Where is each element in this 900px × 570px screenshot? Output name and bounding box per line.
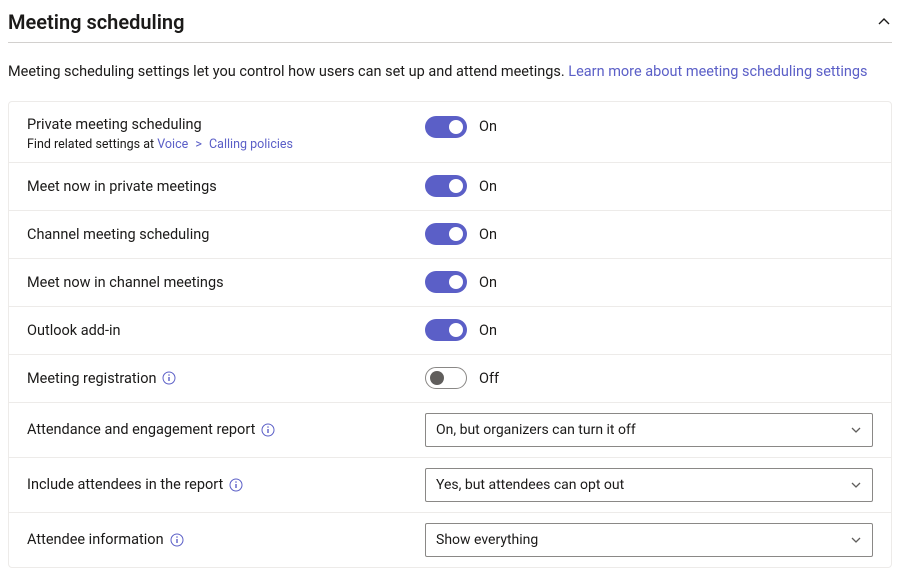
chevron-down-icon — [850, 424, 862, 436]
setting-label: Private meeting scheduling — [27, 116, 425, 133]
setting-meet-now-private: Meet now in private meetings On — [9, 163, 891, 211]
description-text: Meeting scheduling settings let you cont… — [8, 63, 568, 80]
select-attendance-report[interactable]: On, but organizers can turn it off — [425, 413, 873, 447]
toggle-meet-now-channel[interactable] — [425, 271, 467, 293]
setting-attendee-information: Attendee information Show everything — [9, 513, 891, 567]
setting-label: Attendee information — [27, 531, 164, 548]
setting-label: Attendance and engagement report — [27, 421, 255, 438]
setting-label: Channel meeting scheduling — [27, 226, 209, 243]
setting-label: Meet now in private meetings — [27, 178, 217, 195]
toggle-meeting-registration[interactable] — [425, 367, 467, 389]
setting-channel-meeting-scheduling: Channel meeting scheduling On — [9, 211, 891, 259]
toggle-meet-now-private[interactable] — [425, 175, 467, 197]
setting-label: Include attendees in the report — [27, 476, 223, 493]
toggle-state-label: On — [479, 178, 497, 195]
setting-meet-now-channel: Meet now in channel meetings On — [9, 259, 891, 307]
info-icon[interactable] — [261, 423, 275, 437]
select-value: Yes, but attendees can opt out — [436, 477, 624, 493]
info-icon[interactable] — [170, 533, 184, 547]
chevron-down-icon — [850, 479, 862, 491]
setting-outlook-addin: Outlook add-in On — [9, 307, 891, 355]
toggle-private-meeting-scheduling[interactable] — [425, 116, 467, 138]
settings-card: Private meeting scheduling Find related … — [8, 101, 892, 568]
related-settings-text: Find related settings at Voice > Calling… — [27, 137, 425, 152]
toggle-outlook-addin[interactable] — [425, 319, 467, 341]
toggle-channel-meeting-scheduling[interactable] — [425, 223, 467, 245]
setting-label: Meet now in channel meetings — [27, 274, 224, 291]
toggle-state-label: On — [479, 118, 497, 135]
setting-attendance-report: Attendance and engagement report On, but… — [9, 403, 891, 458]
setting-private-meeting-scheduling: Private meeting scheduling Find related … — [9, 102, 891, 163]
select-attendee-information[interactable]: Show everything — [425, 523, 873, 557]
select-value: Show everything — [436, 532, 538, 548]
toggle-state-label: On — [479, 322, 497, 339]
info-icon[interactable] — [162, 371, 176, 385]
setting-label: Outlook add-in — [27, 322, 121, 339]
setting-include-attendees: Include attendees in the report Yes, but… — [9, 458, 891, 513]
related-voice-link[interactable]: Voice — [157, 137, 188, 152]
info-icon[interactable] — [229, 478, 243, 492]
chevron-down-icon — [850, 534, 862, 546]
toggle-state-label: On — [479, 274, 497, 291]
setting-meeting-registration: Meeting registration Off — [9, 355, 891, 403]
learn-more-link[interactable]: Learn more about meeting scheduling sett… — [568, 63, 867, 80]
related-calling-policies-link[interactable]: Calling policies — [209, 137, 293, 152]
chevron-up-icon — [876, 14, 892, 30]
toggle-state-label: Off — [479, 370, 499, 387]
setting-label: Meeting registration — [27, 370, 156, 387]
toggle-state-label: On — [479, 226, 497, 243]
select-value: On, but organizers can turn it off — [436, 422, 636, 438]
section-title: Meeting scheduling — [8, 10, 184, 34]
section-header[interactable]: Meeting scheduling — [8, 6, 892, 42]
select-include-attendees[interactable]: Yes, but attendees can opt out — [425, 468, 873, 502]
section-description: Meeting scheduling settings let you cont… — [8, 43, 892, 101]
meeting-scheduling-page: Meeting scheduling Meeting scheduling se… — [0, 0, 900, 570]
